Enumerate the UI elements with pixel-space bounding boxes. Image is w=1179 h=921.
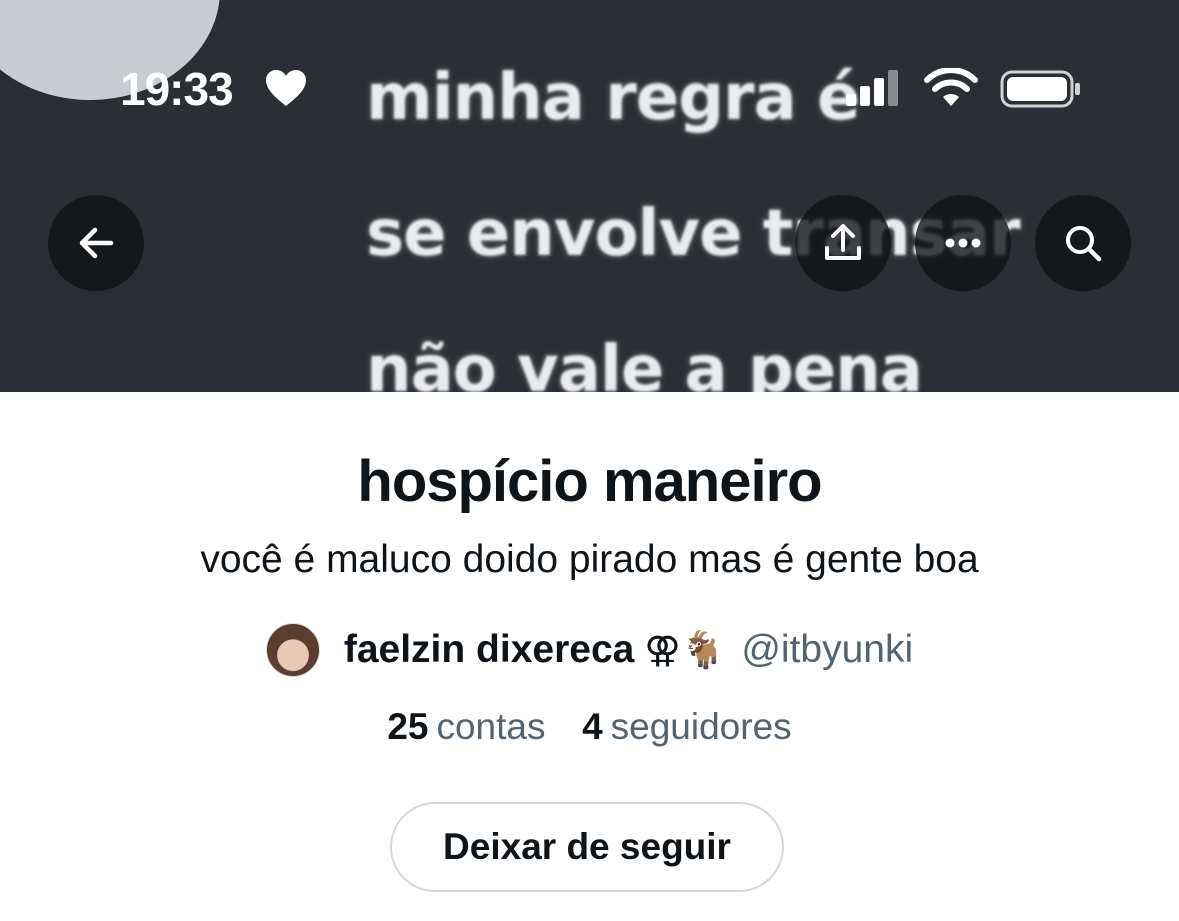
members-stat[interactable]: 25 contas: [387, 706, 555, 747]
heart-icon: [266, 70, 306, 106]
back-button[interactable]: [48, 195, 144, 291]
search-icon: [1066, 226, 1102, 262]
followers-count: 4: [582, 706, 603, 747]
list-owner[interactable]: faelzin dixereca ⚢🐐 @itbyunki: [0, 620, 1179, 680]
owner-handle[interactable]: @itbyunki: [741, 628, 913, 672]
owner-name[interactable]: faelzin dixereca: [344, 628, 634, 672]
members-label: contas: [436, 706, 546, 747]
status-bar: 19:33: [0, 0, 1179, 120]
list-screen: minha regra é se envolve transar não val…: [0, 0, 1179, 921]
followers-stat[interactable]: 4 seguidores: [582, 706, 792, 747]
banner-caption-line-3: não vale a pena: [366, 333, 923, 392]
wifi-icon: [924, 68, 978, 106]
cellular-signal-icon: [846, 70, 898, 106]
list-title: hospício maneiro: [357, 449, 822, 514]
status-time: 19:33: [120, 63, 234, 115]
unfollow-button[interactable]: Deixar de seguir: [390, 802, 784, 892]
list-stats: 25 contas 4 seguidores: [0, 706, 1179, 748]
search-button[interactable]: [1035, 195, 1131, 291]
battery-icon: [1000, 70, 1080, 108]
more-horizontal-icon: [945, 238, 981, 248]
members-count: 25: [387, 706, 429, 747]
followers-label: seguidores: [610, 706, 792, 747]
owner-name-emoji: ⚢🐐: [644, 630, 726, 671]
share-icon: [825, 224, 861, 260]
more-options-button[interactable]: [915, 195, 1011, 291]
arrow-left-icon: [79, 227, 114, 259]
share-button[interactable]: [795, 195, 891, 291]
avatar[interactable]: [265, 623, 320, 677]
list-description: você é maluco doido pirado mas é gente b…: [200, 538, 979, 581]
